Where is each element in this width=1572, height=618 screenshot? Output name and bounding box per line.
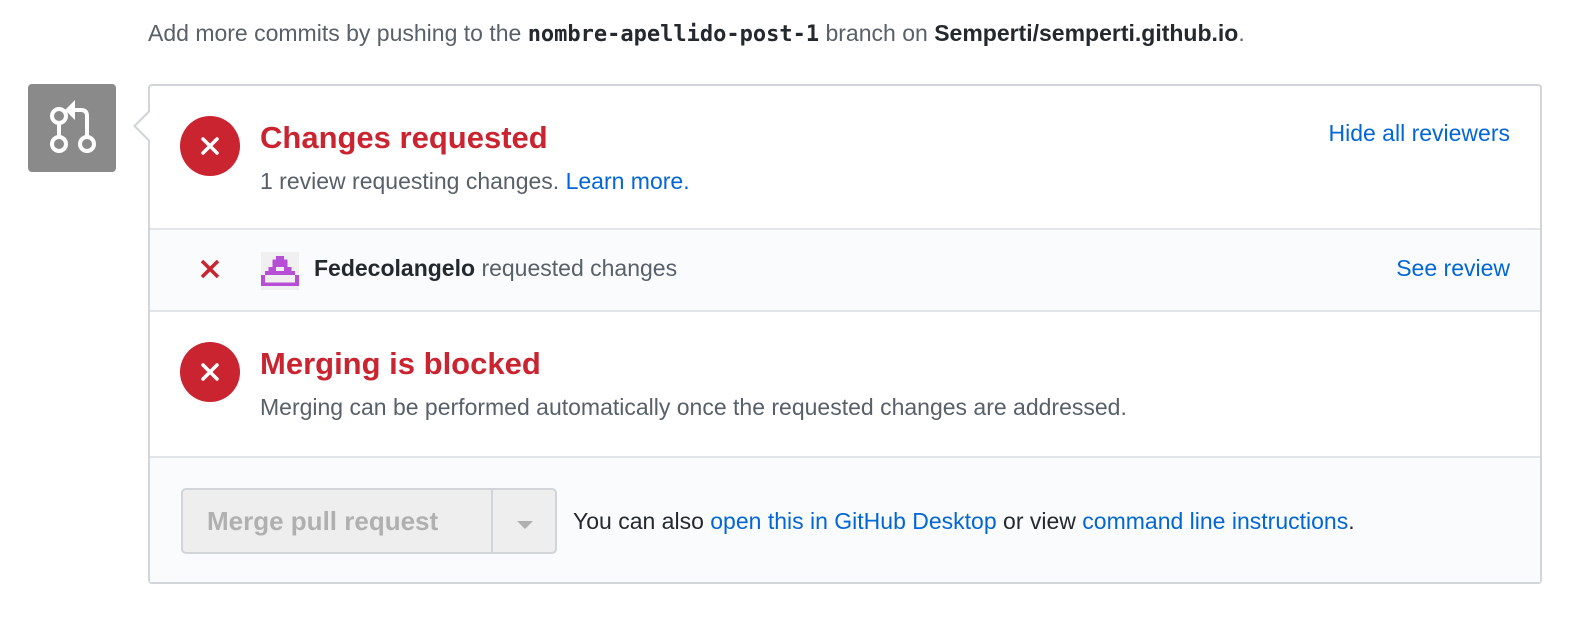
merge-pull-request-button[interactable]: Merge pull request xyxy=(207,506,438,537)
merge-status-panel: Changes requested 1 review requesting ch… xyxy=(148,84,1542,584)
branch-name: nombre-apellido-post-1 xyxy=(527,22,820,47)
triangle-down-icon[interactable] xyxy=(517,518,533,536)
review-count-text: 1 review requesting changes. xyxy=(260,168,560,194)
x-icon xyxy=(200,259,220,284)
notice-suffix: . xyxy=(1238,20,1245,46)
panel-pointer-fill xyxy=(136,112,150,140)
reviewer-row: Fedecolangelo requested changes See revi… xyxy=(150,228,1540,312)
learn-more-link[interactable]: Learn more. xyxy=(566,168,690,194)
changes-requested-title: Changes requested xyxy=(260,120,548,155)
x-circle-icon xyxy=(180,116,240,176)
notice-prefix: Add more commits by pushing to the xyxy=(148,20,522,46)
x-circle-icon xyxy=(180,342,240,402)
help-suffix: . xyxy=(1348,508,1355,534)
help-middle: or view xyxy=(1003,508,1076,534)
merging-blocked-description: Merging can be performed automatically o… xyxy=(260,394,1127,420)
notice-middle: branch on xyxy=(825,20,928,46)
open-in-desktop-link[interactable]: open this in GitHub Desktop xyxy=(710,508,996,534)
see-review-link[interactable]: See review xyxy=(1396,255,1510,282)
branch-notice: Add more commits by pushing to the nombr… xyxy=(148,20,1245,47)
reviewer-action: requested changes xyxy=(481,255,678,281)
merge-help-text: You can also open this in GitHub Desktop… xyxy=(573,508,1355,535)
repo-name: Semperti/semperti.github.io xyxy=(934,20,1239,46)
button-divider xyxy=(491,490,493,552)
changes-requested-description: 1 review requesting changes. Learn more. xyxy=(260,168,690,195)
git-pull-request-icon xyxy=(28,84,116,172)
merging-blocked-title: Merging is blocked xyxy=(260,346,541,381)
reviewer-name-link[interactable]: Fedecolangelo xyxy=(314,255,475,281)
merging-blocked-section: Merging is blocked Merging can be perfor… xyxy=(150,312,1540,456)
reviewer-status-text: Fedecolangelo requested changes xyxy=(314,255,677,282)
command-line-instructions-link[interactable]: command line instructions xyxy=(1082,508,1348,534)
changes-requested-section: Changes requested 1 review requesting ch… xyxy=(150,86,1540,228)
hide-all-reviewers-link[interactable]: Hide all reviewers xyxy=(1328,120,1510,147)
help-prefix: You can also xyxy=(573,508,704,534)
merge-action-section: Merge pull request You can also open thi… xyxy=(150,456,1540,582)
merge-pull-request-button-group: Merge pull request xyxy=(181,488,557,554)
avatar[interactable] xyxy=(261,252,299,290)
